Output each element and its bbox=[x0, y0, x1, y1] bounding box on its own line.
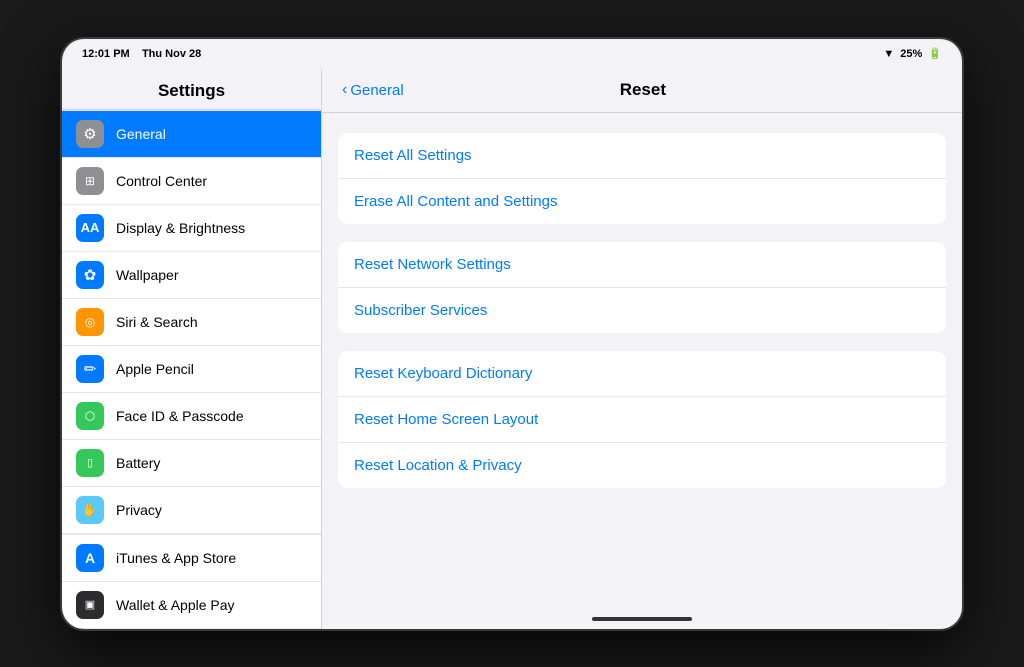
sidebar-group-1: ⚙ General ⊞ Control Center AA Display & … bbox=[62, 110, 321, 534]
back-button[interactable]: ‹ General bbox=[342, 81, 404, 99]
itunes-icon: A bbox=[76, 544, 104, 572]
status-indicators: ▼ 25% 🔋 bbox=[883, 47, 942, 60]
sidebar-item-wallet[interactable]: ▣ Wallet & Apple Pay bbox=[62, 582, 321, 629]
privacy-icon: ✋ bbox=[76, 496, 104, 524]
reset-all-settings-label: Reset All Settings bbox=[354, 147, 472, 164]
sidebar-item-label-general: General bbox=[116, 126, 166, 142]
display-brightness-icon: AA bbox=[76, 214, 104, 242]
sidebar-item-label-control-center: Control Center bbox=[116, 173, 207, 189]
sidebar-item-label-display-brightness: Display & Brightness bbox=[116, 220, 245, 236]
status-time-date: 12:01 PM Thu Nov 28 bbox=[82, 48, 201, 60]
sidebar-item-privacy[interactable]: ✋ Privacy bbox=[62, 487, 321, 534]
home-indicator bbox=[322, 609, 962, 629]
ipad-content: Settings ⚙ General ⊞ Control Center AA D… bbox=[62, 69, 962, 629]
status-bar: 12:01 PM Thu Nov 28 ▼ 25% 🔋 bbox=[62, 39, 962, 69]
sidebar-item-label-itunes: iTunes & App Store bbox=[116, 550, 236, 566]
reset-home-screen-item[interactable]: Reset Home Screen Layout bbox=[338, 397, 946, 443]
ipad-frame: 12:01 PM Thu Nov 28 ▼ 25% 🔋 Settings ⚙ G… bbox=[62, 39, 962, 629]
reset-network-item[interactable]: Reset Network Settings bbox=[338, 242, 946, 288]
main-header: ‹ General Reset bbox=[322, 69, 962, 113]
home-bar bbox=[592, 617, 692, 621]
sidebar-item-apple-pencil[interactable]: ✏ Apple Pencil bbox=[62, 346, 321, 393]
erase-all-content-label: Erase All Content and Settings bbox=[354, 193, 557, 210]
wallet-icon: ▣ bbox=[76, 591, 104, 619]
main-page-title: Reset bbox=[404, 80, 882, 100]
reset-content-area: Reset All Settings Erase All Content and… bbox=[322, 113, 962, 609]
subscriber-services-item[interactable]: Subscriber Services bbox=[338, 288, 946, 333]
reset-location-privacy-item[interactable]: Reset Location & Privacy bbox=[338, 443, 946, 488]
wallpaper-icon: ✿ bbox=[76, 261, 104, 289]
back-chevron-icon: ‹ bbox=[342, 81, 347, 99]
reset-location-privacy-label: Reset Location & Privacy bbox=[354, 457, 522, 474]
sidebar-item-itunes[interactable]: A iTunes & App Store bbox=[62, 534, 321, 582]
reset-keyboard-item[interactable]: Reset Keyboard Dictionary bbox=[338, 351, 946, 397]
reset-group-2: Reset Network Settings Subscriber Servic… bbox=[338, 242, 946, 333]
sidebar-item-battery[interactable]: ▯ Battery bbox=[62, 440, 321, 487]
wifi-icon: ▼ bbox=[883, 48, 894, 60]
status-time: 12:01 PM bbox=[82, 48, 130, 60]
reset-all-settings-item[interactable]: Reset All Settings bbox=[338, 133, 946, 179]
sidebar-item-siri-search[interactable]: ◎ Siri & Search bbox=[62, 299, 321, 346]
reset-network-label: Reset Network Settings bbox=[354, 256, 511, 273]
control-center-icon: ⊞ bbox=[76, 167, 104, 195]
reset-group-1: Reset All Settings Erase All Content and… bbox=[338, 133, 946, 224]
general-icon: ⚙ bbox=[76, 120, 104, 148]
main-content: ‹ General Reset Reset All Settings Erase… bbox=[322, 69, 962, 629]
battery-level: 25% bbox=[900, 48, 922, 60]
battery-icon: 🔋 bbox=[928, 47, 942, 60]
sidebar-group-2: A iTunes & App Store ▣ Wallet & Apple Pa… bbox=[62, 534, 321, 629]
sidebar-item-wallpaper[interactable]: ✿ Wallpaper bbox=[62, 252, 321, 299]
sidebar-item-label-apple-pencil: Apple Pencil bbox=[116, 361, 194, 377]
sidebar-item-label-battery: Battery bbox=[116, 455, 160, 471]
sidebar-item-control-center[interactable]: ⊞ Control Center bbox=[62, 158, 321, 205]
apple-pencil-icon: ✏ bbox=[76, 355, 104, 383]
sidebar-item-label-wallpaper: Wallpaper bbox=[116, 267, 179, 283]
sidebar-item-face-id[interactable]: ⬡ Face ID & Passcode bbox=[62, 393, 321, 440]
status-date: Thu Nov 28 bbox=[142, 48, 201, 60]
reset-keyboard-label: Reset Keyboard Dictionary bbox=[354, 365, 532, 382]
sidebar-item-label-siri: Siri & Search bbox=[116, 314, 198, 330]
sidebar: Settings ⚙ General ⊞ Control Center AA D… bbox=[62, 69, 322, 629]
erase-all-content-item[interactable]: Erase All Content and Settings bbox=[338, 179, 946, 224]
face-id-icon: ⬡ bbox=[76, 402, 104, 430]
reset-group-3: Reset Keyboard Dictionary Reset Home Scr… bbox=[338, 351, 946, 488]
sidebar-item-label-face-id: Face ID & Passcode bbox=[116, 408, 244, 424]
subscriber-services-label: Subscriber Services bbox=[354, 302, 487, 319]
reset-home-screen-label: Reset Home Screen Layout bbox=[354, 411, 538, 428]
sidebar-item-label-wallet: Wallet & Apple Pay bbox=[116, 597, 235, 613]
sidebar-item-general[interactable]: ⚙ General bbox=[62, 110, 321, 158]
siri-icon: ◎ bbox=[76, 308, 104, 336]
sidebar-item-label-privacy: Privacy bbox=[116, 502, 162, 518]
sidebar-title: Settings bbox=[62, 69, 321, 110]
sidebar-item-display-brightness[interactable]: AA Display & Brightness bbox=[62, 205, 321, 252]
back-label: General bbox=[350, 82, 403, 99]
battery-sidebar-icon: ▯ bbox=[76, 449, 104, 477]
